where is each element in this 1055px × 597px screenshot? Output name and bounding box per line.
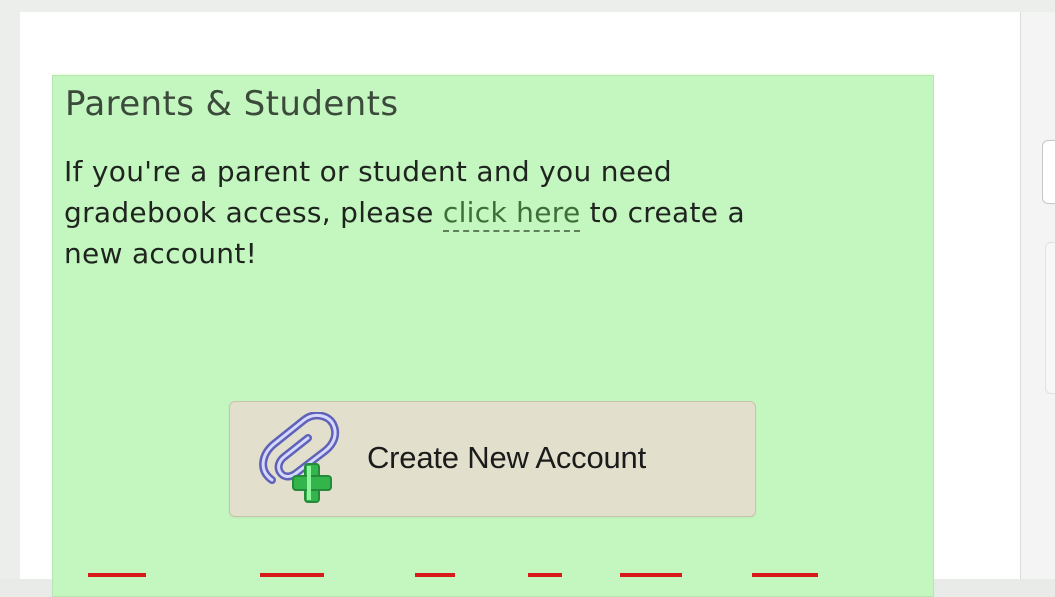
- bottom-dash-decoration: [88, 573, 146, 577]
- bottom-dash-decoration: [415, 573, 455, 577]
- bottom-dash-decoration: [620, 573, 682, 577]
- paperclip-plus-icon: [250, 411, 350, 507]
- right-panel-fragment: [1020, 12, 1055, 579]
- bottom-dash-decoration: [260, 573, 324, 577]
- create-new-account-button[interactable]: Create New Account: [229, 401, 756, 517]
- right-panel-input-fragment: [1042, 140, 1055, 204]
- create-new-account-label: Create New Account: [367, 440, 646, 475]
- card-title: Parents & Students: [65, 84, 399, 124]
- bottom-dash-decoration: [528, 573, 562, 577]
- browser-background: Parents & Students If you're a parent or…: [0, 0, 1055, 597]
- click-here-link[interactable]: click here: [442, 196, 581, 232]
- card-description: If you're a parent or student and you ne…: [64, 151, 764, 274]
- right-panel-box-fragment: [1045, 242, 1055, 394]
- bottom-dash-decoration: [752, 573, 818, 577]
